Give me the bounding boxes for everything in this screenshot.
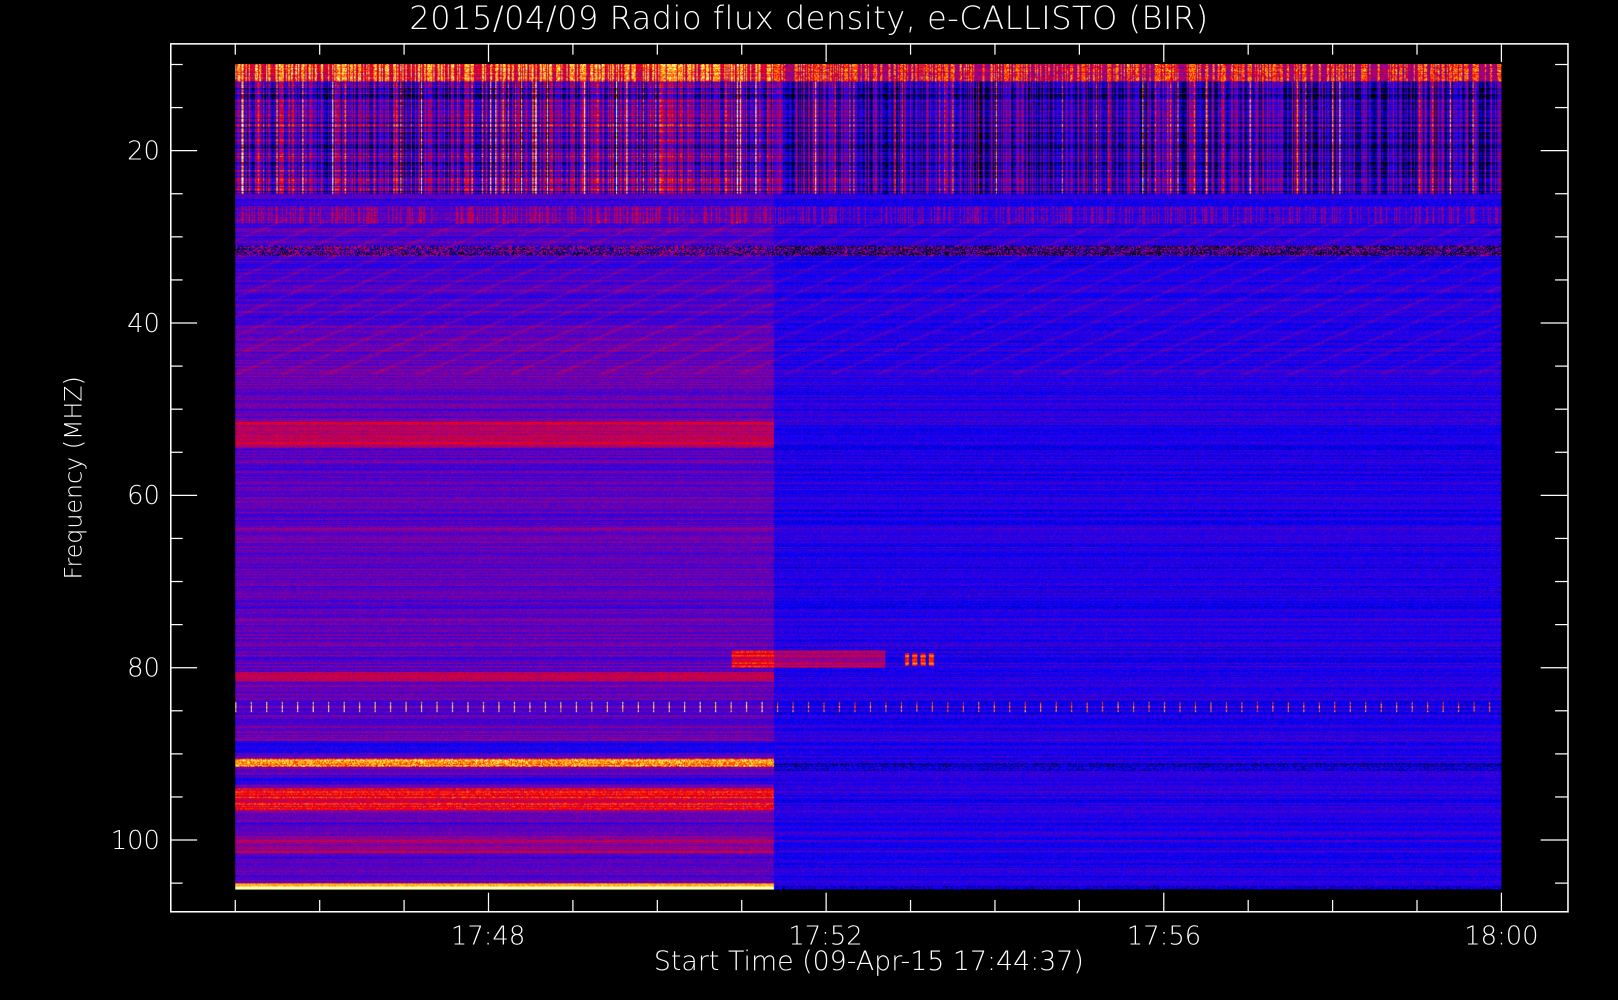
y-tick-label: 20 (127, 135, 160, 166)
plot-frame (170, 43, 1569, 913)
x-axis-label: Start Time (09-Apr-15 17:44:37) (653, 946, 1084, 978)
y-tick-label: 60 (127, 480, 160, 511)
y-tick-label: 40 (127, 308, 160, 338)
y-tick-label: 80 (127, 652, 160, 683)
spectrogram-figure: 2015/04/09 Radio flux density, e-CALLIST… (0, 0, 1618, 1000)
axes-frame (170, 43, 1569, 913)
y-axis-label: Frequency (MHZ) (60, 376, 88, 580)
y-tick-label: 100 (110, 825, 160, 856)
